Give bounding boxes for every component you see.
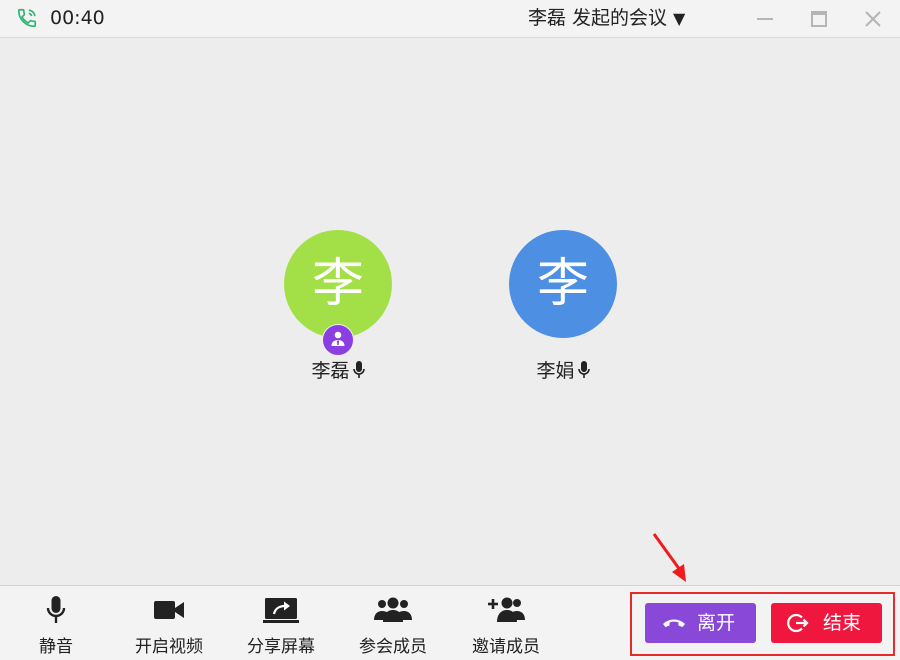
mute-button[interactable]: 静音 [0,586,112,660]
share-screen-button[interactable]: 分享屏幕 [225,586,337,660]
start-video-button[interactable]: 开启视频 [113,586,225,660]
meeting-title-dropdown[interactable]: 李磊 发起的会议 ▼ [528,5,685,32]
avatar: 李 [284,230,392,338]
participant-name: 李磊 [311,360,350,382]
leave-label: 离开 [697,612,736,634]
avatar: 李 [509,230,617,338]
participants-label: 参会成员 [359,637,427,657]
caret-down-icon: ▼ [673,9,686,28]
maximize-icon[interactable] [806,6,832,32]
hang-up-icon [663,619,685,627]
participant-tile: 李 李娟 [508,230,618,382]
group-icon [374,597,412,622]
share-screen-icon [263,598,299,623]
invite-members-label: 邀请成员 [472,637,540,657]
annotation-arrow [652,533,686,582]
close-icon[interactable] [860,6,886,32]
participants-button[interactable]: 参会成员 [337,586,449,660]
share-screen-label: 分享屏幕 [247,637,315,657]
meeting-window: 00:40 李磊 发起的会议 ▼ 李 李磊 李 李娟 静音 开启视频 分享屏幕 … [0,0,900,660]
participant-name-row: 李娟 [508,356,618,383]
add-user-icon [488,597,525,622]
microphone-icon [352,361,365,378]
host-badge-icon [322,324,354,356]
minimize-icon[interactable] [752,6,778,32]
call-timer: 00:40 [50,7,105,29]
start-video-label: 开启视频 [135,637,203,657]
participant-name-row: 李磊 [283,356,393,383]
participant-name: 李娟 [536,360,575,382]
microphone-icon [46,596,66,623]
microphone-icon [577,361,590,378]
invite-members-button[interactable]: 邀请成员 [450,586,562,660]
exit-icon [787,613,809,633]
title-bar: 00:40 李磊 发起的会议 ▼ [0,0,900,38]
leave-button[interactable]: 离开 [645,603,756,643]
phone-call-icon [17,8,37,28]
participant-tile: 李 李磊 [283,230,393,382]
end-meeting-button[interactable]: 结束 [771,603,882,643]
end-meeting-label: 结束 [823,612,862,634]
meeting-title: 李磊 发起的会议 [528,7,668,29]
mute-label: 静音 [39,637,73,657]
video-camera-icon [154,601,184,619]
